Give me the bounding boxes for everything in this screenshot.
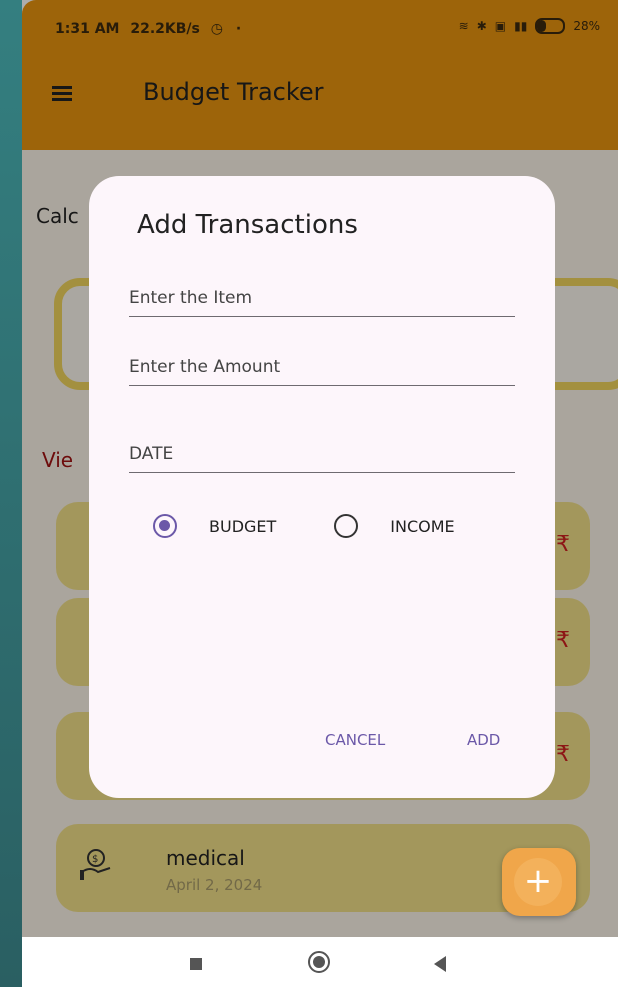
background-edge <box>0 0 22 987</box>
income-radio-label[interactable]: INCOME <box>390 517 454 536</box>
date-field <box>129 428 515 473</box>
amount-field <box>129 341 515 386</box>
cancel-button[interactable]: CANCEL <box>319 730 391 750</box>
add-transaction-dialog: Add Transactions BUDGET INCOME CANCEL AD… <box>89 176 555 798</box>
plus-icon: + <box>514 858 562 906</box>
income-radio[interactable] <box>334 514 359 538</box>
item-input[interactable] <box>129 288 515 308</box>
recents-icon[interactable] <box>190 958 202 970</box>
system-nav-bar <box>22 937 618 987</box>
add-fab-button[interactable]: + <box>502 848 576 916</box>
date-input[interactable] <box>129 444 515 464</box>
home-icon[interactable] <box>308 951 330 973</box>
dialog-title: Add Transactions <box>137 210 358 240</box>
amount-input[interactable] <box>129 357 515 377</box>
item-field <box>129 272 515 317</box>
add-button[interactable]: ADD <box>461 730 506 750</box>
budget-radio[interactable] <box>153 514 177 538</box>
budget-radio-label[interactable]: BUDGET <box>209 517 276 536</box>
back-icon[interactable] <box>434 956 446 972</box>
phone-screen: 1:31 AM 22.2KB/s ◷ · ≋ ✱ ▣ ▮▮ 28% Budget… <box>22 0 618 987</box>
type-radio-group: BUDGET INCOME <box>153 514 455 538</box>
